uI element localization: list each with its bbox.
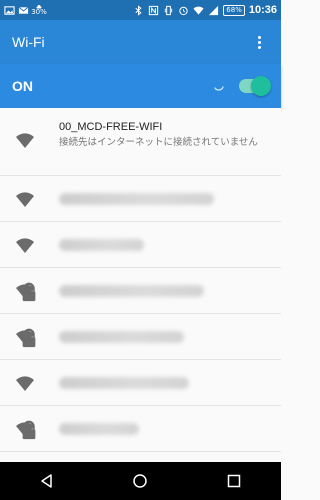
wifi-secured-icon — [15, 419, 36, 439]
redacted-network-name — [59, 376, 189, 389]
wifi-signal-icon — [15, 235, 35, 255]
mail-icon — [18, 5, 29, 16]
network-list: 00_MCD-FREE-WIFI 接続先はインターネットに接続されていません — [0, 108, 281, 462]
network-text — [59, 376, 189, 389]
redacted-network-name — [59, 330, 184, 343]
network-status: 接続先はインターネットに接続されていません — [59, 137, 258, 148]
image-icon — [4, 5, 15, 16]
battery-indicator: 68% — [223, 4, 245, 16]
network-item[interactable]: 00_MCD-FREE-WIFI 接続先はインターネットに接続されていません — [0, 108, 281, 176]
wifi-toggle-switch[interactable] — [239, 76, 271, 96]
clock-time: 10:36 — [248, 4, 277, 16]
redacted-network-name — [59, 238, 144, 251]
back-button[interactable] — [37, 471, 57, 491]
home-icon — [133, 474, 148, 488]
redacted-network-name — [59, 284, 204, 297]
page-title: Wi-Fi — [12, 34, 45, 50]
network-text — [59, 192, 214, 205]
status-bar: 30% 68% 10:36 — [0, 0, 281, 20]
lock-icon — [22, 420, 36, 439]
navigation-bar — [0, 462, 281, 500]
network-item[interactable] — [0, 176, 281, 222]
network-item[interactable] — [0, 222, 281, 268]
temperature-text: 30% — [31, 7, 47, 16]
redacted-network-name — [59, 192, 214, 205]
redacted-network-name — [59, 422, 139, 435]
network-text — [59, 238, 144, 251]
network-name: 00_MCD-FREE-WIFI — [59, 121, 163, 133]
wifi-secured-icon — [15, 327, 36, 347]
wifi-signal-icon — [15, 373, 35, 393]
cloud-icon: 30% — [31, 4, 47, 16]
lock-icon — [22, 328, 36, 347]
app-bar: Wi-Fi — [0, 20, 281, 64]
back-icon — [41, 474, 52, 488]
network-item[interactable] — [0, 360, 281, 406]
network-text — [59, 284, 204, 297]
network-text: 00_MCD-FREE-WIFI 接続先はインターネットに接続されていません — [59, 120, 264, 149]
alarm-icon — [178, 5, 189, 16]
signal-icon — [208, 5, 219, 16]
recents-button[interactable] — [224, 471, 244, 491]
network-item[interactable] — [0, 406, 281, 452]
nfc-icon — [148, 5, 159, 16]
wifi-toggle-label: ON — [12, 78, 33, 94]
network-text — [59, 422, 139, 435]
overflow-menu-icon[interactable] — [249, 30, 269, 54]
network-item[interactable] — [0, 452, 281, 462]
wifi-icon — [193, 5, 204, 16]
scanning-spinner-icon — [214, 86, 224, 91]
status-right-icons: 68% 10:36 — [133, 4, 277, 16]
bluetooth-icon — [133, 4, 144, 16]
switch-knob — [251, 76, 271, 96]
network-item[interactable] — [0, 314, 281, 360]
lock-icon — [22, 282, 36, 301]
vibrate-icon — [163, 5, 174, 16]
network-item[interactable] — [0, 268, 281, 314]
wifi-signal-icon — [15, 189, 35, 209]
recents-icon — [227, 474, 241, 488]
wifi-toggle-bar[interactable]: ON — [0, 64, 281, 108]
wifi-secured-icon — [15, 281, 36, 301]
status-left-icons: 30% — [4, 4, 47, 16]
home-button[interactable] — [130, 471, 150, 491]
wifi-signal-icon — [15, 130, 35, 150]
network-text — [59, 330, 184, 343]
